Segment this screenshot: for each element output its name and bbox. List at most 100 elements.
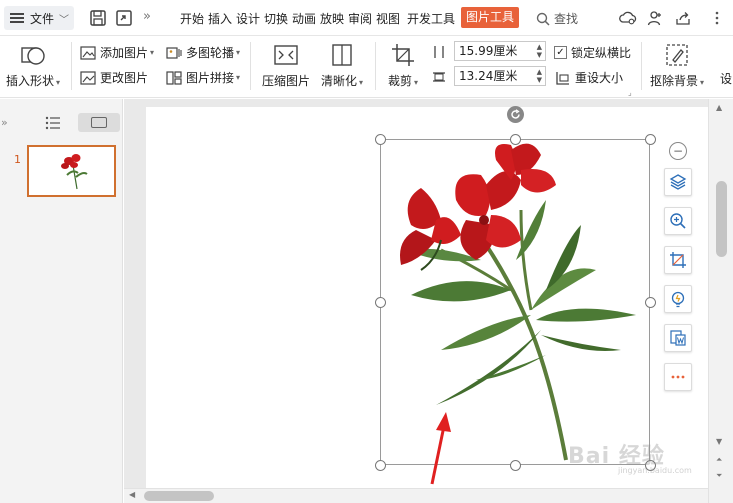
reset-size-icon bbox=[555, 70, 571, 86]
resize-handle-top-right[interactable] bbox=[645, 134, 656, 145]
next-page-icon[interactable]: ⏷ bbox=[716, 471, 722, 481]
width-value: 15.99厘米 bbox=[459, 44, 518, 58]
rotate-handle[interactable] bbox=[507, 106, 524, 123]
prev-page-icon[interactable]: ⏶ bbox=[716, 455, 722, 465]
resize-handle-top-left[interactable] bbox=[375, 134, 386, 145]
zoom-in-icon bbox=[670, 213, 686, 229]
checkmark-icon: ✓ bbox=[554, 46, 567, 59]
height-field[interactable]: 13.24厘米 ▲ ▼ bbox=[454, 66, 546, 86]
crop-icon bbox=[389, 41, 417, 69]
menu-item-slideshow[interactable]: 放映 bbox=[320, 10, 344, 27]
add-picture-button[interactable]: 添加图片 ▾ bbox=[80, 44, 154, 61]
vertical-scrollbar[interactable]: ▲ ▼ ⏶ ⏷ bbox=[708, 99, 733, 503]
tab-picture-tools[interactable]: 图片工具 bbox=[461, 7, 520, 28]
horizontal-scroll-thumb[interactable] bbox=[144, 491, 214, 501]
picture-selection-frame bbox=[380, 139, 650, 465]
crop-button[interactable]: 裁剪 ▾ bbox=[388, 41, 418, 89]
resize-handle-top[interactable] bbox=[510, 134, 521, 145]
user-add-icon[interactable] bbox=[645, 8, 665, 28]
layers-icon bbox=[669, 174, 687, 190]
smart-suggest-button[interactable] bbox=[664, 285, 692, 313]
more-horizontal-icon bbox=[671, 375, 685, 379]
chevron-down-icon: ﹀ bbox=[59, 14, 70, 26]
convert-to-word-button[interactable] bbox=[664, 324, 692, 352]
settings-label: 设 bbox=[720, 72, 733, 86]
scroll-left-icon[interactable]: ◀ bbox=[129, 490, 135, 499]
image-add-icon bbox=[80, 45, 96, 61]
sharpen-button[interactable]: 清晰化 ▾ bbox=[321, 41, 363, 89]
slide-view-button[interactable] bbox=[78, 113, 120, 132]
image-change-icon bbox=[80, 70, 96, 86]
vertical-scroll-thumb[interactable] bbox=[716, 181, 727, 257]
export-icon[interactable] bbox=[114, 8, 134, 28]
picture-collage-button[interactable]: 图片拼接 ▾ bbox=[166, 69, 240, 86]
lock-ratio-label: 锁定纵横比 bbox=[571, 46, 632, 60]
crop-icon bbox=[670, 252, 686, 268]
quick-crop-button[interactable] bbox=[664, 246, 692, 274]
spinner-arrows-icon[interactable]: ▲ ▼ bbox=[537, 43, 542, 59]
more-vertical-icon[interactable] bbox=[707, 8, 727, 28]
lock-ratio-checkbox[interactable]: ✓ 锁定纵横比 bbox=[554, 44, 631, 61]
share-icon[interactable] bbox=[673, 8, 693, 28]
height-label-icon bbox=[432, 45, 446, 59]
spinner-arrows-icon[interactable]: ▲ ▼ bbox=[537, 68, 542, 84]
resize-handle-bottom-left[interactable] bbox=[375, 460, 386, 471]
menu-item-transition[interactable]: 切换 bbox=[264, 10, 288, 27]
search-label: 查找 bbox=[554, 12, 579, 26]
outline-view-icon[interactable] bbox=[45, 116, 61, 133]
horizontal-scrollbar[interactable]: ◀ bbox=[124, 488, 708, 503]
change-picture-button[interactable]: 更改图片 bbox=[80, 69, 148, 86]
ribbon-divider bbox=[375, 42, 376, 90]
sharpen-icon bbox=[328, 41, 356, 69]
ribbon-divider bbox=[641, 42, 642, 90]
file-menu-button[interactable]: 文件 ﹀ bbox=[4, 6, 74, 30]
zoom-in-button[interactable] bbox=[664, 207, 692, 235]
carousel-icon bbox=[166, 45, 182, 61]
insert-shape-label: 插入形状 bbox=[6, 74, 55, 88]
cloud-sync-icon[interactable] bbox=[618, 8, 638, 28]
save-icon[interactable] bbox=[88, 8, 108, 28]
remove-background-button[interactable]: 抠除背景 ▾ bbox=[650, 41, 704, 89]
resize-handle-left[interactable] bbox=[375, 297, 386, 308]
compress-picture-button[interactable]: 压缩图片 bbox=[262, 41, 310, 89]
menu-item-developer[interactable]: 开发工具 bbox=[407, 10, 455, 27]
sharpen-label: 清晰化 bbox=[321, 74, 358, 88]
menu-item-insert[interactable]: 插入 bbox=[208, 10, 232, 27]
collapse-toolbar-icon[interactable]: − bbox=[669, 142, 687, 160]
settings-button-partial[interactable]: 设 bbox=[720, 70, 732, 87]
scroll-down-icon[interactable]: ▼ bbox=[716, 437, 722, 446]
baidu-watermark-url: jingyan.baidu.com bbox=[618, 466, 692, 475]
width-field[interactable]: 15.99厘米 ▲ ▼ bbox=[454, 41, 546, 61]
slide-thumbnail-panel: » 1 bbox=[0, 99, 123, 503]
reset-size-label: 重设大小 bbox=[575, 71, 624, 85]
slide-view-icon bbox=[91, 117, 107, 128]
reset-size-button[interactable]: 重设大小 bbox=[555, 69, 623, 86]
dialog-launcher-icon[interactable]: ⌟ bbox=[628, 88, 632, 97]
menu-item-start[interactable]: 开始 bbox=[180, 10, 204, 27]
multi-carousel-button[interactable]: 多图轮播 ▾ bbox=[166, 44, 240, 61]
menu-item-design[interactable]: 设计 bbox=[236, 10, 260, 27]
scroll-up-icon[interactable]: ▲ bbox=[716, 103, 722, 112]
compress-icon bbox=[272, 41, 300, 69]
resize-handle-bottom[interactable] bbox=[510, 460, 521, 471]
menu-item-review[interactable]: 审阅 bbox=[348, 10, 372, 27]
resize-handle-right[interactable] bbox=[645, 297, 656, 308]
collage-icon bbox=[166, 70, 182, 86]
more-menu-icon[interactable]: » bbox=[143, 9, 151, 24]
search-box[interactable]: 查找 bbox=[536, 10, 578, 27]
change-picture-label: 更改图片 bbox=[100, 71, 149, 85]
expand-panel-icon[interactable]: » bbox=[1, 116, 8, 129]
slide-thumbnail[interactable] bbox=[27, 145, 116, 197]
ribbon-toolbar: 插入形状 ▾ 添加图片 ▾ 更改图片 多图轮播 ▾ 图片拼接 ▾ 压缩图片 清晰化 ▾ 裁… bbox=[0, 36, 733, 98]
menu-item-animation[interactable]: 动画 bbox=[292, 10, 316, 27]
lightbulb-icon bbox=[671, 291, 685, 308]
red-arrow-annotation bbox=[430, 412, 451, 485]
word-convert-icon bbox=[670, 330, 686, 346]
layers-button[interactable] bbox=[664, 168, 692, 196]
add-picture-label: 添加图片 bbox=[100, 46, 149, 60]
file-menu-label: 文件 bbox=[30, 11, 55, 26]
menu-item-view[interactable]: 视图 bbox=[376, 10, 400, 27]
rotate-icon bbox=[511, 109, 520, 119]
more-options-button[interactable] bbox=[664, 363, 692, 391]
insert-shape-button[interactable]: 插入形状 ▾ bbox=[6, 41, 60, 89]
